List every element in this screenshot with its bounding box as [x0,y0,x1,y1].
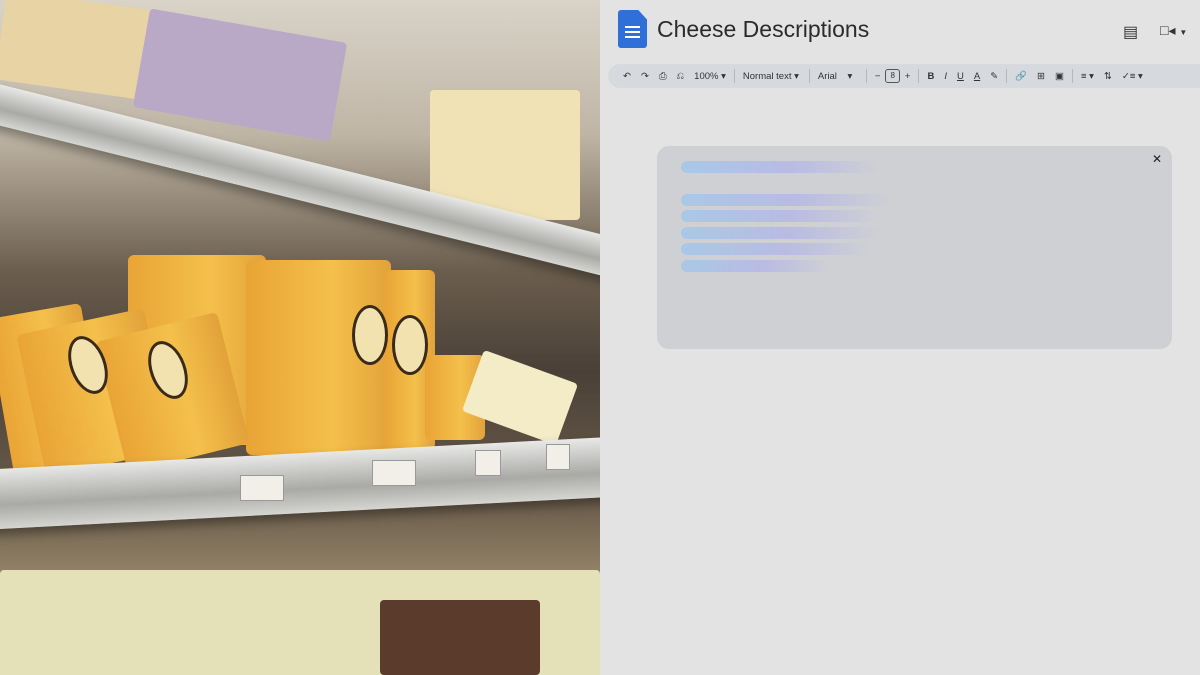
add-comment-icon[interactable]: ⊞ [1032,71,1050,82]
decrease-font-size-button[interactable]: − [870,71,886,82]
align-icon[interactable]: ≡ ▾ [1076,71,1099,82]
video-call-icon[interactable]: □◂ ▼ [1160,22,1187,39]
loading-placeholder-bar [681,227,881,239]
font-select[interactable]: Arial ▾ [813,71,863,82]
style-select[interactable]: Normal text ▾ [738,71,806,82]
image-icon[interactable]: ▣ [1050,71,1069,82]
underline-icon[interactable]: U [952,71,969,82]
font-size-input[interactable]: 8 [885,69,900,83]
italic-icon[interactable]: I [939,71,952,82]
print-icon[interactable]: ⎙ [654,71,672,82]
divider [1006,69,1008,83]
document-title[interactable]: Cheese Descriptions [657,16,869,43]
toolbar: ↶ ↷ ⎙ ⎌ 100% ▾ Normal text ▾ Arial ▾ − 8… [608,64,1200,88]
style-value: Normal text [742,70,792,82]
font-value: Arial [817,70,837,82]
loading-placeholder-bar [681,161,881,173]
divider [808,69,810,83]
redo-icon[interactable]: ↷ [636,71,654,82]
comment-history-icon[interactable]: ▤ [1123,22,1138,42]
text-color-icon[interactable]: A [969,71,985,82]
loading-placeholder-bar [681,210,881,222]
undo-icon[interactable]: ↶ [618,71,636,82]
google-docs-icon[interactable] [618,10,647,48]
zoom-value: 100% [694,70,719,82]
highlight-icon[interactable]: ✎ [985,71,1003,82]
loading-placeholder-bar [681,260,831,272]
divider [918,69,920,83]
line-spacing-icon[interactable]: ⇅ [1099,71,1117,82]
link-icon[interactable]: 🔗 [1010,71,1032,82]
paint-format-icon[interactable]: ⎌ [672,71,690,82]
docs-window: Cheese Descriptions ▤ □◂ ▼ ↶ ↷ ⎙ ⎌ 100% … [600,0,1200,675]
divider [865,69,867,83]
loading-placeholder-bar [681,243,871,255]
divider [1071,69,1073,83]
zoom-select[interactable]: 100% ▾ [689,71,731,82]
bold-icon[interactable]: B [922,71,939,82]
cheese-shelf-photo [0,0,600,675]
loading-card: ✕ [657,146,1172,349]
increase-font-size-button[interactable]: + [900,71,916,82]
checklist-icon[interactable]: ✓≡ ▾ [1117,71,1148,82]
close-icon[interactable]: ✕ [1152,152,1162,166]
loading-placeholder-bar [681,194,891,206]
divider [733,69,735,83]
